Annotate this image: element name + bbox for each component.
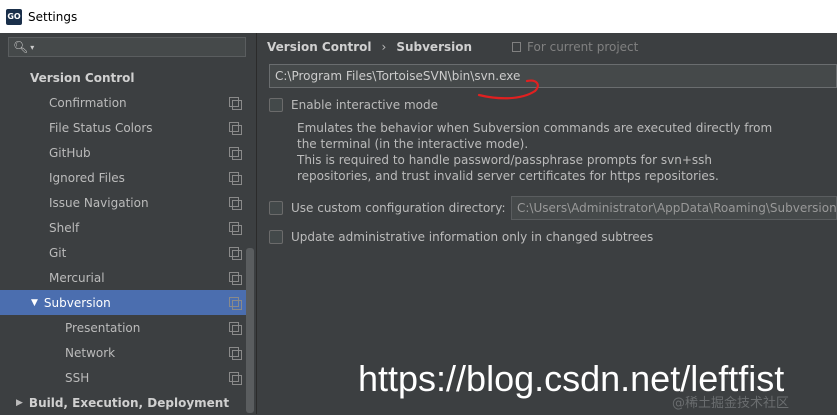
- tree-item-label: GitHub: [49, 145, 91, 160]
- watermark-small: @稀土掘金技术社区: [672, 396, 790, 411]
- enable-interactive-mode-label: Enable interactive mode: [291, 98, 438, 112]
- expand-arrow-icon[interactable]: ▼: [31, 298, 38, 308]
- tree-item-label: Presentation: [65, 320, 141, 335]
- enable-interactive-mode-row[interactable]: Enable interactive mode: [269, 98, 438, 112]
- tree-item-label: Confirmation: [49, 95, 127, 110]
- project-scope-icon: [229, 122, 242, 135]
- project-scope-icon: [229, 172, 242, 185]
- description-line: repositories, and trust invalid server c…: [297, 169, 719, 183]
- sidebar-scrollbar[interactable]: [246, 248, 254, 413]
- tree-item-label: Git: [49, 245, 67, 260]
- svn-executable-path-field[interactable]: C:\Program Files\TortoiseSVN\bin\svn.exe: [269, 64, 837, 88]
- project-scope-icon: [229, 372, 242, 385]
- tree-item-label: Mercurial: [49, 270, 105, 285]
- custom-config-value: C:\Users\Administrator\AppData\Roaming\S…: [517, 201, 837, 215]
- project-scope-icon: [229, 297, 242, 310]
- project-scope-label: For current project: [527, 40, 639, 54]
- tree-item-label: SSH: [65, 370, 90, 385]
- tree-item-label: Shelf: [49, 220, 80, 235]
- custom-config-checkbox[interactable]: [269, 201, 283, 215]
- tree-item-label: Subversion: [43, 295, 111, 310]
- tree-item-version-control[interactable]: Version Control: [0, 65, 246, 90]
- tree-item-ssh[interactable]: SSH: [0, 365, 246, 390]
- tree-item-subversion[interactable]: ▼ Subversion: [0, 290, 246, 315]
- tree-item-label: Issue Navigation: [49, 195, 149, 210]
- project-scope-icon: [229, 197, 242, 210]
- tree-item-shelf[interactable]: Shelf: [0, 215, 246, 240]
- custom-config-label: Use custom configuration directory:: [291, 201, 506, 215]
- window-title: Settings: [28, 9, 78, 24]
- project-scope-icon: [229, 247, 242, 260]
- search-icon: 🔍︎: [13, 40, 29, 54]
- tree-item-mercurial[interactable]: Mercurial: [0, 265, 246, 290]
- breadcrumb-parent: Version Control: [267, 40, 372, 54]
- tree-item-label: Network: [65, 345, 116, 360]
- project-scope-icon: [512, 42, 522, 52]
- description-line: This is required to handle password/pass…: [297, 153, 712, 167]
- description-line: the terminal (in the interactive mode).: [297, 137, 529, 151]
- enable-interactive-mode-checkbox[interactable]: [269, 98, 283, 112]
- breadcrumb-separator: ›: [381, 40, 387, 54]
- tree-item-ignored-files[interactable]: Ignored Files: [0, 165, 246, 190]
- project-scope-note: For current project: [512, 40, 638, 54]
- goland-app-icon: GO: [6, 8, 22, 25]
- description-line: Emulates the behavior when Subversion co…: [297, 121, 773, 135]
- project-scope-icon: [229, 272, 242, 285]
- update-admin-info-label: Update administrative information only i…: [291, 230, 654, 244]
- update-admin-info-checkbox[interactable]: [269, 230, 283, 244]
- custom-config-row[interactable]: Use custom configuration directory:: [269, 201, 506, 215]
- tree-item-label: File Status Colors: [49, 120, 153, 135]
- tree-item-confirmation[interactable]: Confirmation: [0, 90, 246, 115]
- collapsed-arrow-icon[interactable]: ▶: [16, 398, 23, 408]
- tree-item-git[interactable]: Git: [0, 240, 246, 265]
- project-scope-icon: [229, 147, 242, 160]
- settings-main-panel: Version Control › Subversion For current…: [257, 33, 837, 414]
- tree-item-build-execution-deployment[interactable]: ▶ Build, Execution, Deployment: [0, 390, 246, 415]
- tree-item-label: Build, Execution, Deployment: [28, 395, 230, 410]
- breadcrumb-current: Subversion: [396, 40, 473, 54]
- tree-item-file-status-colors[interactable]: File Status Colors: [0, 115, 246, 140]
- breadcrumb: Version Control › Subversion For current…: [267, 37, 638, 57]
- tree-item-label: Version Control: [30, 70, 135, 85]
- project-scope-icon: [229, 222, 242, 235]
- project-scope-icon: [229, 97, 242, 110]
- window-titlebar: GO Settings: [0, 0, 837, 33]
- custom-config-directory-field[interactable]: C:\Users\Administrator\AppData\Roaming\S…: [511, 196, 837, 220]
- settings-tree: Version Control Confirmation File Status…: [0, 65, 246, 415]
- tree-item-github[interactable]: GitHub: [0, 140, 246, 165]
- tree-item-label: Ignored Files: [49, 170, 125, 185]
- tree-item-issue-navigation[interactable]: Issue Navigation: [0, 190, 246, 215]
- chevron-down-icon[interactable]: ▾: [30, 43, 34, 52]
- red-annotation-underline: [477, 79, 539, 100]
- interactive-mode-description: Emulates the behavior when Subversion co…: [297, 120, 777, 184]
- settings-sidebar: 🔍︎ ▾ Version Control Confirmation File S…: [0, 33, 257, 414]
- project-scope-icon: [229, 322, 242, 335]
- tree-item-presentation[interactable]: Presentation: [0, 315, 246, 340]
- update-admin-info-row[interactable]: Update administrative information only i…: [269, 230, 653, 244]
- project-scope-icon: [229, 347, 242, 360]
- tree-item-network[interactable]: Network: [0, 340, 246, 365]
- settings-search-input[interactable]: 🔍︎ ▾: [8, 37, 246, 57]
